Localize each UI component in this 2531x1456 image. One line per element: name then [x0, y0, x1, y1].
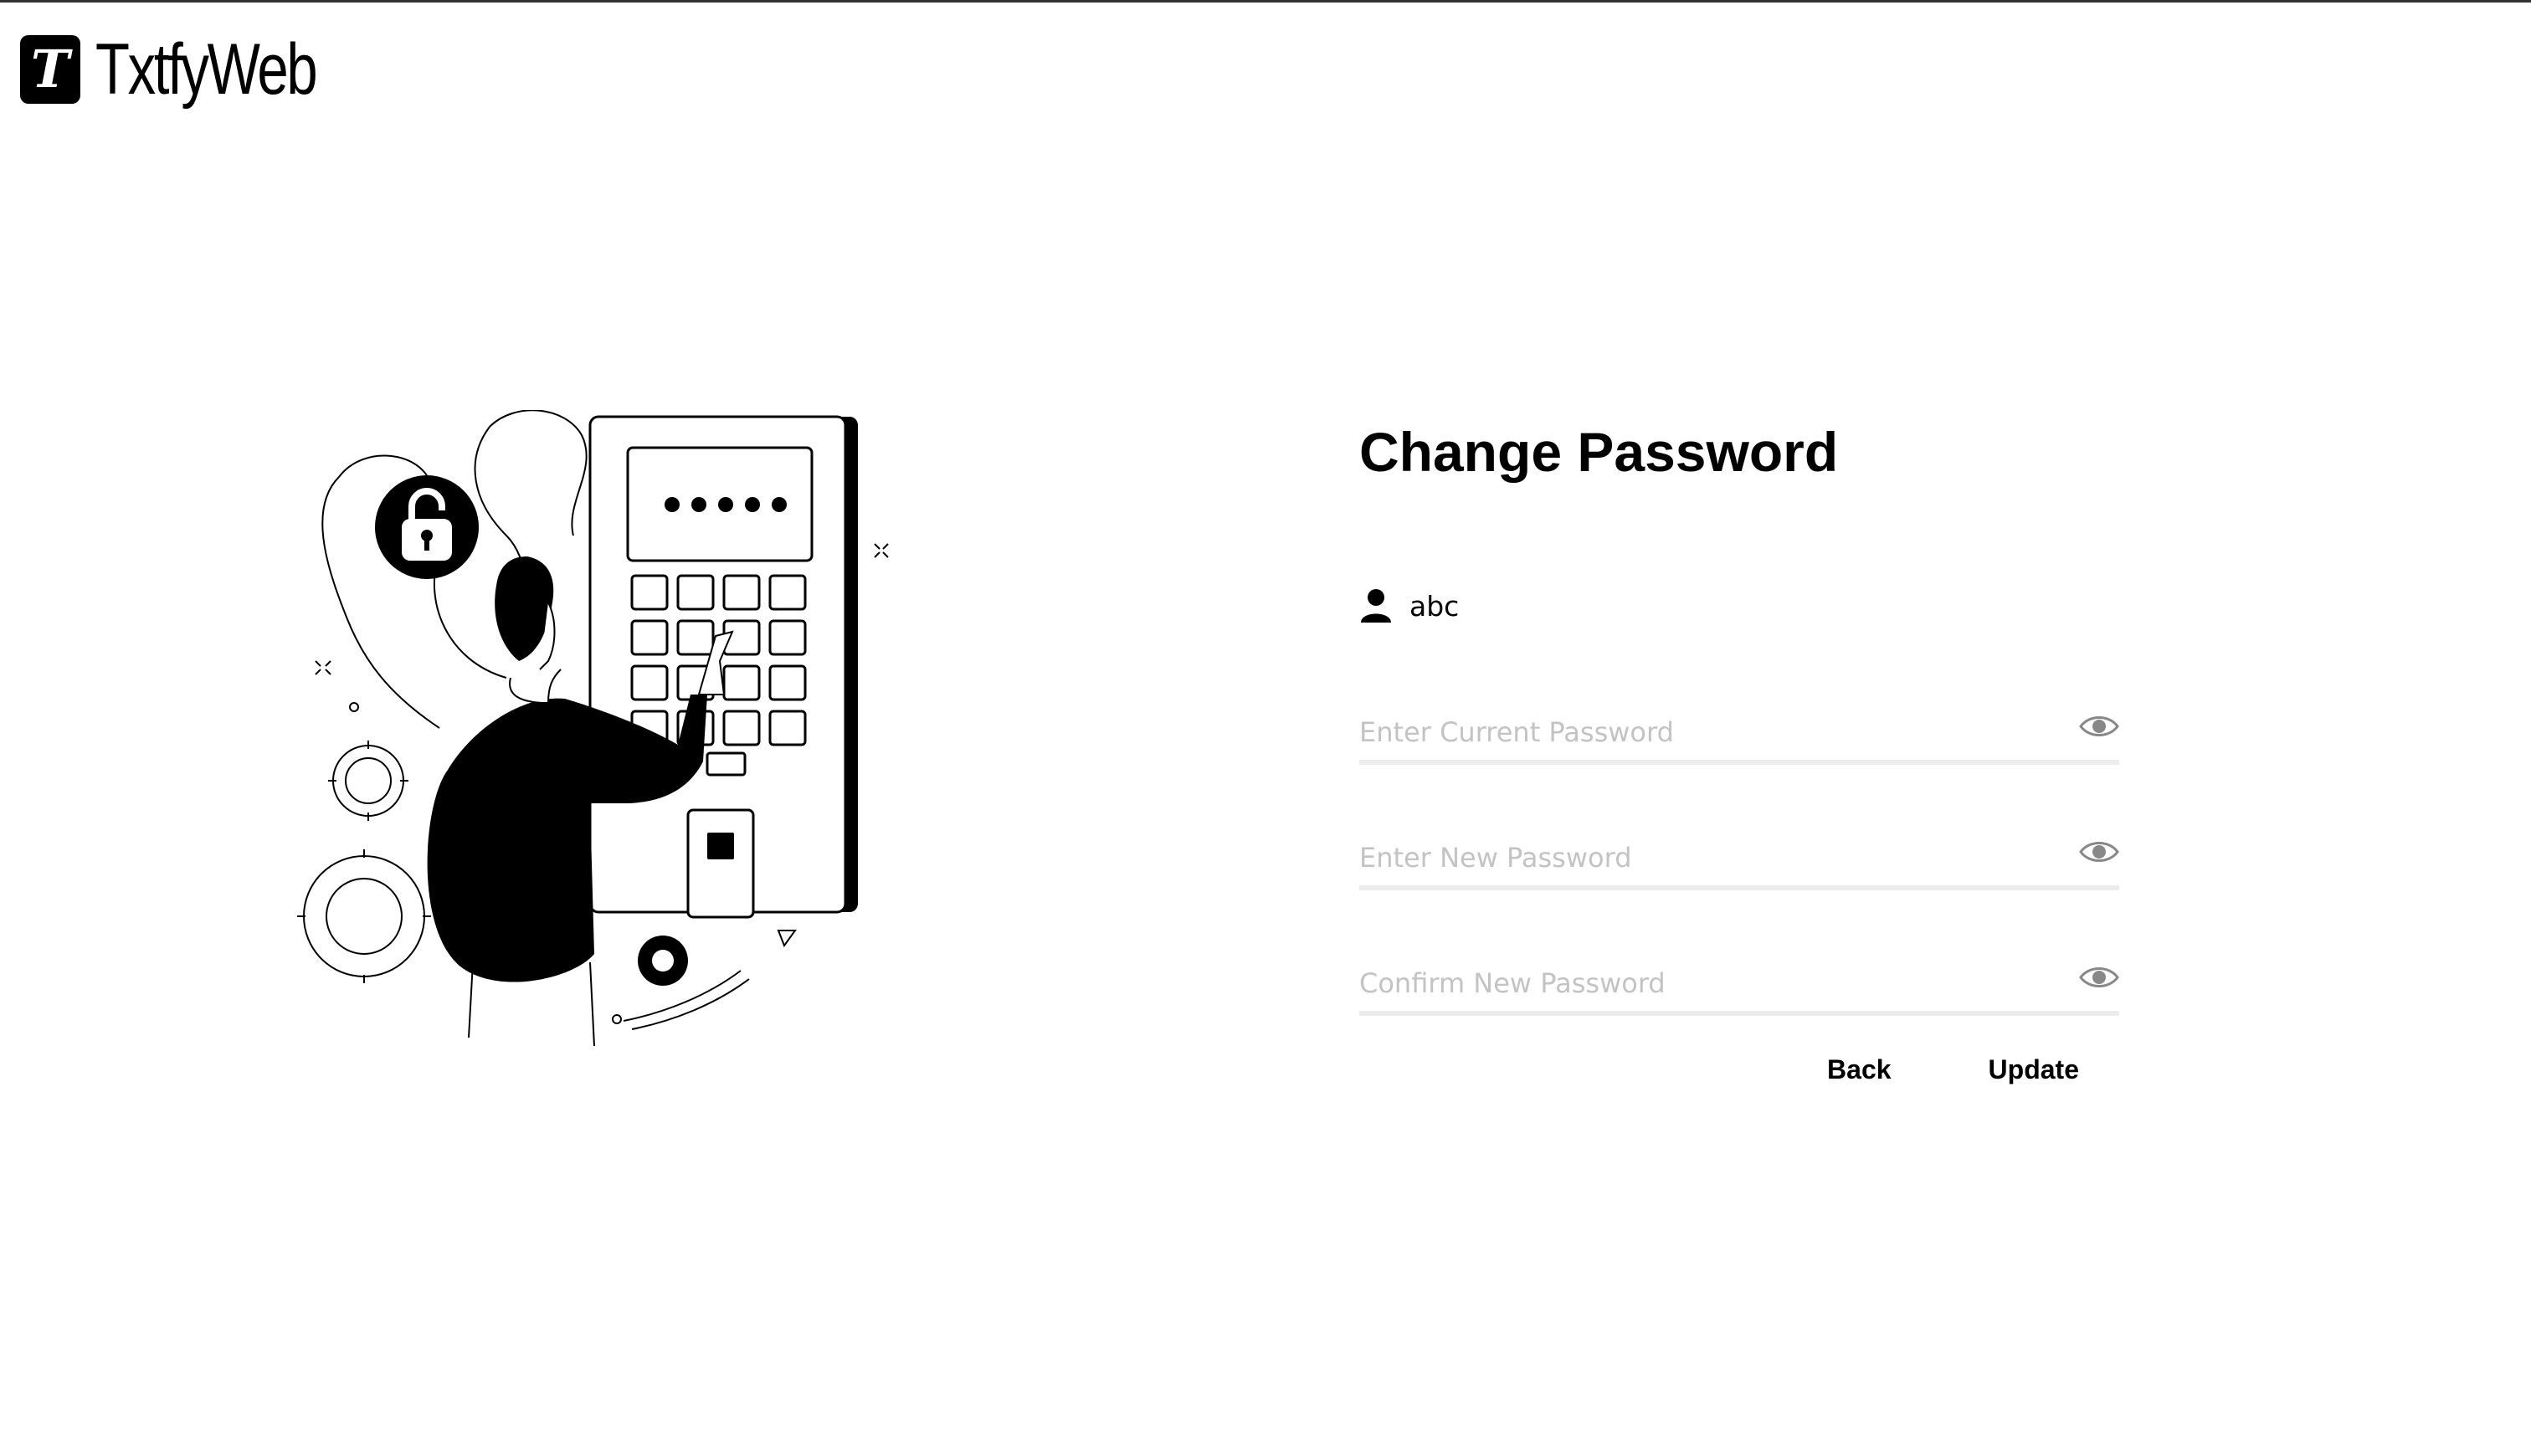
security-keypad-illustration: [297, 410, 889, 1047]
page-title: Change Password: [1359, 421, 1839, 483]
app-name: TxtfyWeb: [95, 29, 318, 110]
username: abc: [1409, 589, 1460, 623]
current-user: abc: [1359, 587, 1459, 624]
app-logo[interactable]: T TxtfyWeb: [20, 33, 378, 105]
current-password-input[interactable]: [1359, 716, 2046, 748]
top-border: [0, 0, 2531, 3]
form-actions: Back Update: [1827, 1054, 2079, 1085]
current-password-field: [1359, 693, 2119, 765]
eye-icon[interactable]: [2079, 964, 2119, 991]
new-password-input[interactable]: [1359, 842, 2046, 874]
eye-icon[interactable]: [2079, 713, 2119, 740]
new-password-field: [1359, 818, 2119, 890]
padlock-icon: [375, 475, 479, 579]
confirm-password-input[interactable]: [1359, 967, 2046, 999]
back-button[interactable]: Back: [1827, 1054, 1892, 1085]
logo-mark-icon: T: [20, 35, 80, 104]
user-icon: [1361, 589, 1391, 623]
gear-icon: [638, 936, 688, 986]
confirm-password-field: [1359, 944, 2119, 1016]
logo-letter: T: [30, 38, 70, 100]
eye-icon[interactable]: [2079, 838, 2119, 865]
update-button[interactable]: Update: [1989, 1054, 2079, 1085]
